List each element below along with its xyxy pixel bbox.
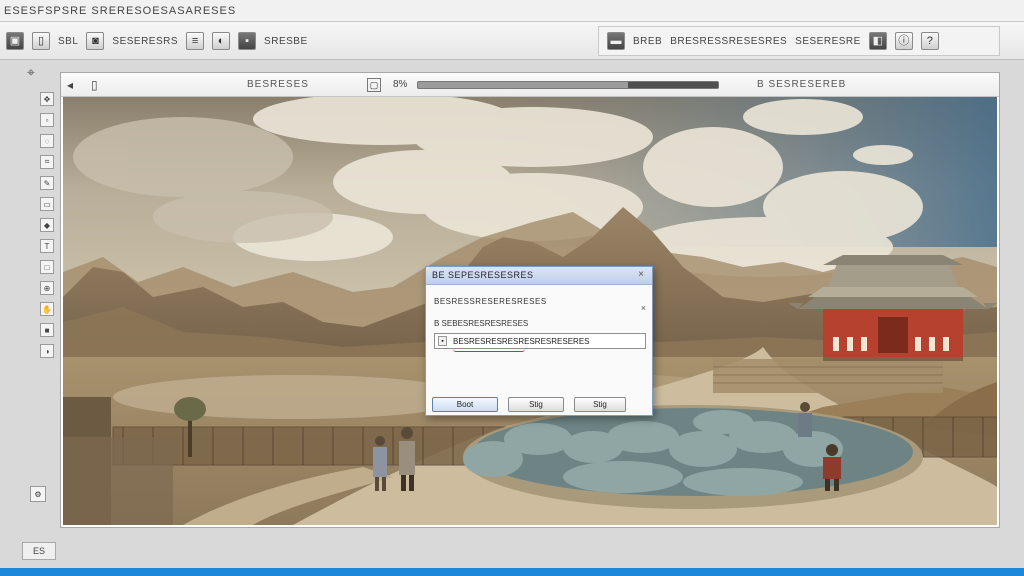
monitor-icon[interactable]: ▬ [607,32,625,50]
third-button[interactable]: Stig [574,397,626,412]
zoom-level: 8% [393,79,408,90]
toolbar-label[interactable]: BRESRESSRESESRES [670,36,787,47]
fit-screen-icon[interactable]: ▢ [367,78,381,92]
dialog-titlebar[interactable]: BE SEPESRESESRES × [426,267,652,285]
help-icon[interactable]: ? [920,32,939,50]
zoom-slider[interactable] [417,81,719,89]
info-icon[interactable]: ⓘ [894,32,913,50]
crop-tool-icon[interactable]: ⌗ [40,155,54,169]
brush-tool-icon[interactable]: ✎ [40,176,54,190]
text-tool-icon[interactable]: T [40,239,54,253]
zoom-slider-fill [628,82,718,88]
menu-bar: ESESFSPSRE SRERESOESASARESES [0,0,1024,22]
eraser-tool-icon[interactable]: ▭ [40,197,54,211]
field-marker-icon: ▪ [438,336,447,346]
tool-rail: ✥ ▫ ◌ ⌗ ✎ ▭ ◆ T □ ⊕ ✋ ■ ◑ [38,92,56,522]
back-icon[interactable]: ◂ [67,78,73,92]
document-header: ◂ ▯ BESRESES ▢ 8% B SESRESEREB [61,73,999,97]
move-tool-icon[interactable]: ✥ [40,92,54,106]
toolbar-label[interactable]: SBL [58,36,78,47]
layer-icon[interactable]: ≡ [186,32,205,50]
dialog-field-value: BESRESRESRESRESRESRESERES [453,336,590,346]
toolbar-right-group: ▬ BREB BRESRESSRESESRES SESERESRE ◧ ⓘ ? [598,26,1000,56]
dialog-title: BE SEPESRESESRES [432,270,534,280]
toolbar: ▣ ▯ SBL ◙ SESERESRS ≡ ◐ ▪ SRESBE ▬ BREB … [0,22,1024,60]
adjust-icon[interactable]: ◐ [212,32,231,50]
ok-button[interactable]: Boot [432,397,498,412]
toolbar-left-group: ▣ ▯ SBL ◙ SESERESRS ≡ ◐ ▪ SRESBE [6,30,308,52]
pointer-icon[interactable]: ⌖ [22,64,40,82]
crop-icon[interactable]: ▪ [238,32,257,50]
marquee-tool-icon[interactable]: ▫ [40,113,54,127]
dialog-input-field[interactable]: ▪ BESRESRESRESRESRESRESERES [434,333,646,352]
menu-text[interactable]: ESESFSPSRE SRERESOESASARESES [4,5,236,17]
toolbar-label[interactable]: BREB [633,36,662,47]
color-tool-icon[interactable]: ■ [40,323,54,337]
toolbar-label[interactable]: SESERESRS [112,36,178,47]
close-icon[interactable]: × [641,303,646,313]
mask-tool-icon[interactable]: ◑ [40,344,54,358]
close-icon[interactable]: × [638,269,644,280]
document-info: B SESRESEREB [757,79,847,90]
toolbar-label[interactable]: SESERESRE [795,36,861,47]
taskbar [0,568,1024,576]
fill-tool-icon[interactable]: ◆ [40,218,54,232]
image-icon[interactable]: ▣ [6,32,24,50]
shape-tool-icon[interactable]: □ [40,260,54,274]
camera-icon[interactable]: ◙ [86,32,105,50]
hand-tool-icon[interactable]: ✋ [40,302,54,316]
error-underline [453,349,525,352]
zoom-tool-icon[interactable]: ⊕ [40,281,54,295]
document-name: BESRESES [247,79,309,90]
dialog-window: BE SEPESRESESRES × BESRESSRESERESRESES ×… [425,266,653,416]
dialog-message: BESRESSRESERESRESES [434,297,547,306]
second-button[interactable]: Stig [508,397,564,412]
page-icon[interactable]: ▯ [32,32,50,50]
status-chip[interactable]: ES [22,542,56,560]
settings-icon[interactable]: ⚙ [30,486,46,502]
dialog-button-row: Boot Stig Stig [432,397,644,413]
lasso-tool-icon[interactable]: ◌ [40,134,54,148]
dialog-field-label: B SEBESRESRESRESES [434,319,529,328]
preview-icon[interactable]: ◧ [868,32,887,50]
toolbar-label[interactable]: SRESBE [264,36,308,47]
page-icon[interactable]: ▯ [91,78,98,92]
